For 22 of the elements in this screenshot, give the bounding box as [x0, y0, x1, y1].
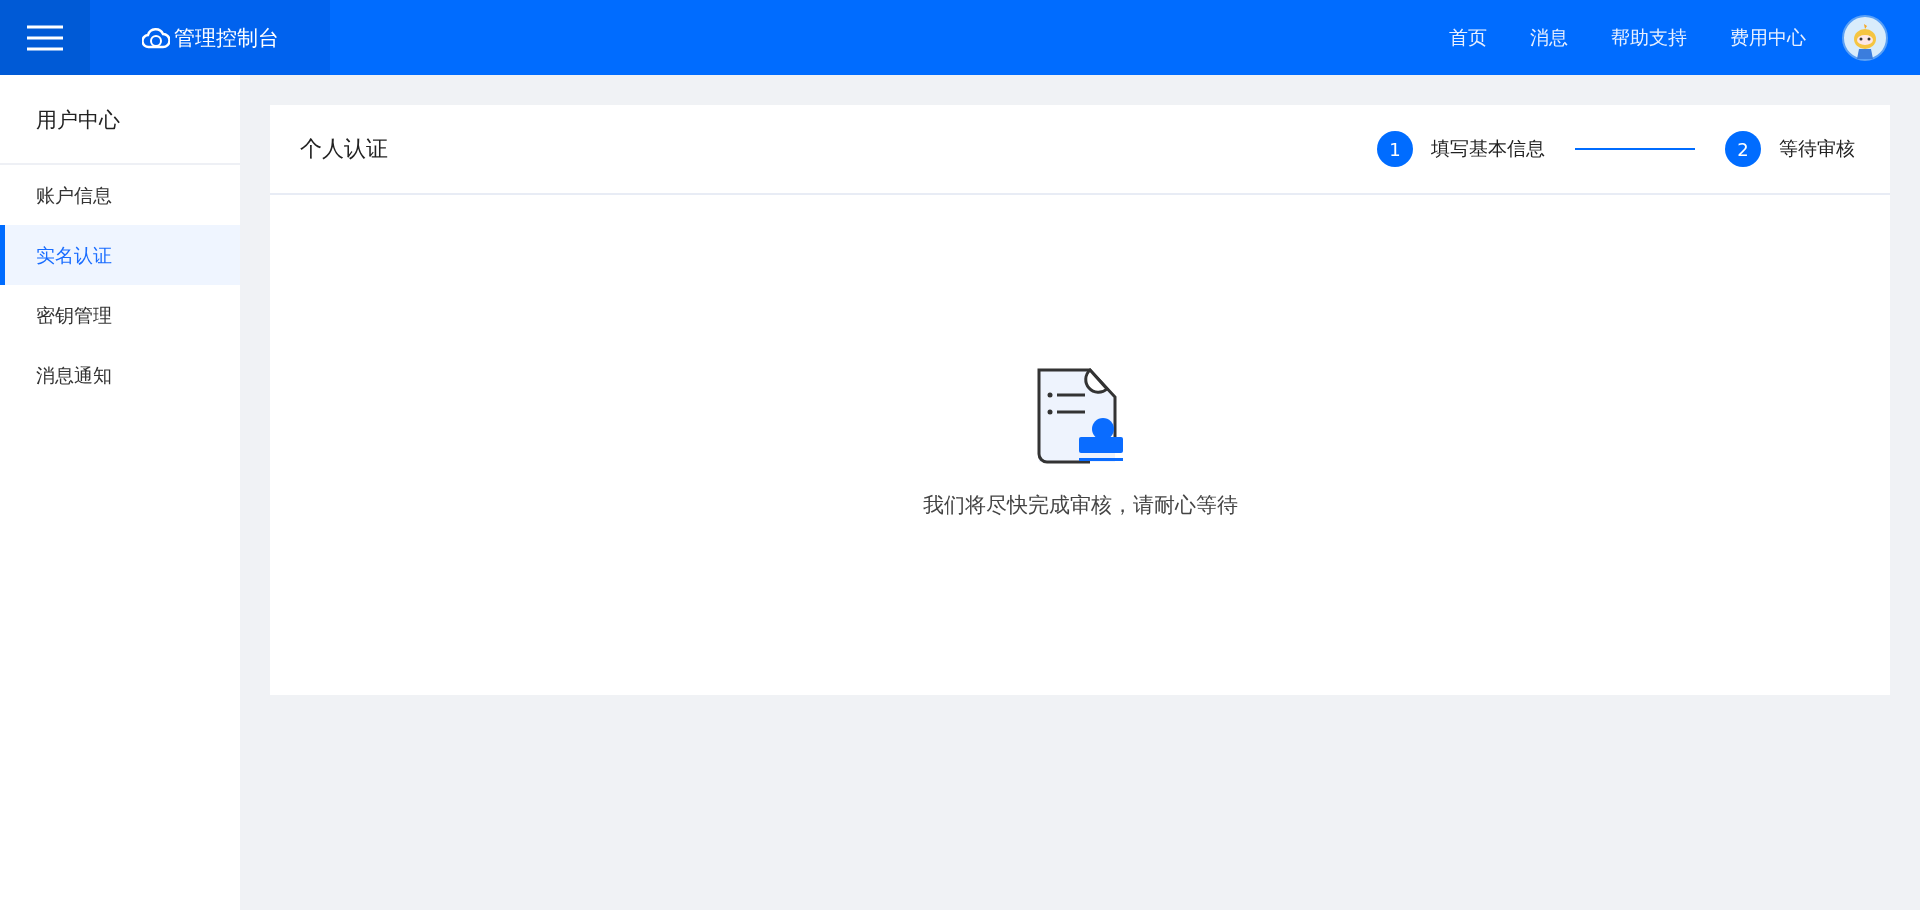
cloud-logo-icon — [141, 26, 170, 49]
menu-icon — [27, 24, 63, 51]
sidebar-item[interactable]: 账户信息 — [0, 165, 240, 225]
nav-link[interactable]: 首页 — [1449, 24, 1487, 51]
document-stamp-icon — [1035, 367, 1125, 467]
step-label: 等待审核 — [1779, 136, 1855, 161]
sidebar-item[interactable]: 实名认证 — [0, 225, 240, 285]
sidebar-title: 用户中心 — [0, 75, 240, 165]
nav-link[interactable]: 消息 — [1530, 24, 1568, 51]
status-message: 我们将尽快完成审核，请耐心等待 — [922, 492, 1238, 519]
menu-button[interactable] — [0, 0, 90, 75]
step-number: 1 — [1377, 131, 1413, 167]
sidebar-item[interactable]: 消息通知 — [0, 345, 240, 405]
sidebar-item[interactable]: 密钥管理 — [0, 285, 240, 345]
nav-link[interactable]: 费用中心 — [1730, 24, 1806, 51]
nav-link[interactable]: 帮助支持 — [1611, 24, 1687, 51]
cartoon-avatar-icon — [1842, 14, 1888, 61]
card-title: 个人认证 — [300, 135, 388, 163]
avatar[interactable] — [1840, 12, 1890, 63]
step-number: 2 — [1725, 131, 1761, 167]
logo-text: 管理控制台 — [173, 24, 279, 52]
step-label: 填写基本信息 — [1431, 136, 1545, 161]
